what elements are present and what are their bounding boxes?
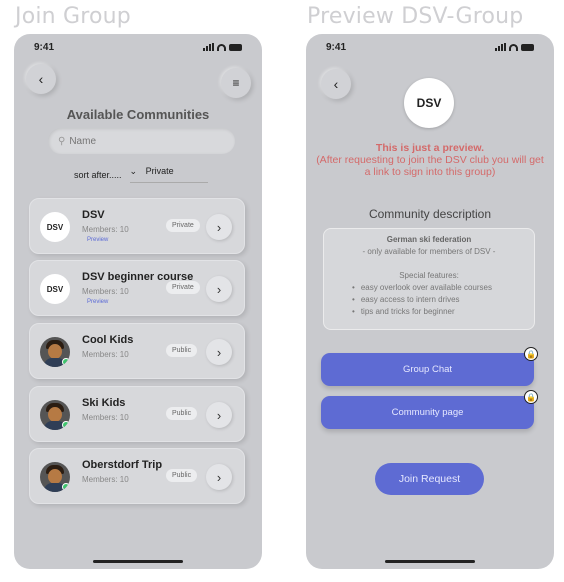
lock-icon: 🔒 <box>524 347 538 361</box>
privacy-badge: Public <box>166 407 198 420</box>
status-icons <box>495 43 534 51</box>
online-indicator <box>62 483 70 491</box>
group-chat-button[interactable]: Group Chat 🔒 <box>321 347 538 386</box>
online-indicator <box>62 358 70 366</box>
back-button[interactable]: ‹ <box>321 69 351 99</box>
signal-icon <box>203 43 214 51</box>
search-icon: ⚲ <box>58 135 66 147</box>
lock-icon: 🔒 <box>524 390 538 404</box>
community-page-label: Community page <box>391 407 464 418</box>
chevron-right-icon: › <box>216 281 222 297</box>
search-field[interactable]: ⚲ <box>48 128 235 154</box>
left-frame-title: Join Group <box>15 4 131 29</box>
privacy-badge: Public <box>166 469 198 482</box>
status-time: 9:41 <box>326 42 347 53</box>
dsv-logo: DSV <box>404 78 454 128</box>
chevron-right-icon: › <box>216 469 222 485</box>
community-card[interactable]: Oberstdorf Trip Members: 10 Public › <box>29 448 245 504</box>
description-title: Community description <box>368 207 492 221</box>
group-chat-label: Group Chat <box>402 364 453 375</box>
privacy-badge: Private <box>166 281 200 294</box>
community-card[interactable]: DSV DSV beginner course Members: 10 Prev… <box>29 260 245 316</box>
chevron-left-icon: ‹ <box>333 76 339 92</box>
filter-button[interactable]: ≡ <box>221 68 251 98</box>
status-time: 9:41 <box>34 42 55 53</box>
preview-heading: This is just a preview. <box>375 142 485 154</box>
preview-link[interactable]: Preview <box>87 299 108 305</box>
online-indicator <box>62 421 70 429</box>
preview-group-phone: 9:41 ‹ DSV This is just a preview. (Afte… <box>306 34 554 569</box>
availability-text: - only available for members of DSV - <box>362 247 496 256</box>
community-page-button[interactable]: Community page 🔒 <box>321 390 538 429</box>
chevron-right-icon: › <box>216 219 222 235</box>
preview-notice: This is just a preview. (After requestin… <box>316 142 544 178</box>
home-indicator <box>385 560 475 563</box>
search-input[interactable] <box>69 135 210 147</box>
dsv-logo: DSV <box>40 212 70 242</box>
page-title: Available Communities <box>66 107 210 122</box>
member-count: Members: 10 <box>82 287 129 296</box>
open-community-button[interactable]: › <box>206 339 232 365</box>
sort-label: sort after..... <box>74 169 122 180</box>
open-community-button[interactable]: › <box>206 214 232 240</box>
back-button[interactable]: ‹ <box>26 64 56 94</box>
avatar <box>40 462 70 492</box>
open-community-button[interactable]: › <box>206 276 232 302</box>
chevron-right-icon: › <box>216 344 222 360</box>
description-box: German ski federation - only available f… <box>323 228 535 330</box>
open-community-button[interactable]: › <box>206 402 232 428</box>
feature-item: tips and tricks for beginner <box>352 306 534 318</box>
community-card[interactable]: Ski Kids Members: 10 Public › <box>29 386 245 442</box>
status-icons <box>203 43 242 51</box>
member-count: Members: 10 <box>82 475 129 484</box>
status-bar: 9:41 <box>34 42 242 54</box>
chevron-right-icon: › <box>216 407 222 423</box>
privacy-badge: Public <box>166 344 198 357</box>
signal-icon <box>495 43 506 51</box>
member-count: Members: 10 <box>82 413 129 422</box>
avatar <box>40 400 70 430</box>
battery-icon <box>229 43 242 51</box>
community-card[interactable]: DSV DSV Members: 10 Preview Private › <box>29 198 245 254</box>
dsv-logo: DSV <box>40 274 70 304</box>
feature-item: easy overlook over available courses <box>352 282 534 294</box>
status-bar: 9:41 <box>326 42 534 54</box>
avatar <box>40 337 70 367</box>
privacy-badge: Private <box>166 219 200 232</box>
open-community-button[interactable]: › <box>206 464 232 490</box>
community-name: Ski Kids <box>82 397 126 409</box>
preview-link[interactable]: Preview <box>87 237 108 243</box>
battery-icon <box>521 43 534 51</box>
community-name: DSV <box>82 209 105 221</box>
wifi-icon <box>509 43 518 51</box>
wifi-icon <box>217 43 226 51</box>
federation-label: German ski federation <box>386 235 472 244</box>
community-card[interactable]: Cool Kids Members: 10 Public › <box>29 323 245 379</box>
filter-icon: ≡ <box>232 76 240 90</box>
member-count: Members: 10 <box>82 350 129 359</box>
home-indicator <box>93 560 183 563</box>
sort-value: Private <box>145 166 174 176</box>
features-heading: Special features: <box>399 271 459 280</box>
join-group-phone: 9:41 ‹ ≡ Available Communities ⚲ sort af… <box>14 34 262 569</box>
features-list: easy overlook over available courses eas… <box>324 282 534 318</box>
feature-item: easy access to intern drives <box>352 294 534 306</box>
chevron-down-icon: ⌄ <box>129 166 138 176</box>
right-frame-title: Preview DSV-Group <box>307 4 524 29</box>
member-count: Members: 10 <box>82 225 129 234</box>
chevron-left-icon: ‹ <box>38 71 44 87</box>
community-name: Cool Kids <box>82 334 134 346</box>
preview-text: (After requesting to join the DSV club y… <box>316 154 544 178</box>
join-request-button[interactable]: Join Request <box>375 463 484 495</box>
sort-control[interactable]: sort after..... ⌄ Private <box>74 166 208 183</box>
community-name: Oberstdorf Trip <box>82 459 163 471</box>
sort-select[interactable]: ⌄ Private <box>129 166 208 183</box>
